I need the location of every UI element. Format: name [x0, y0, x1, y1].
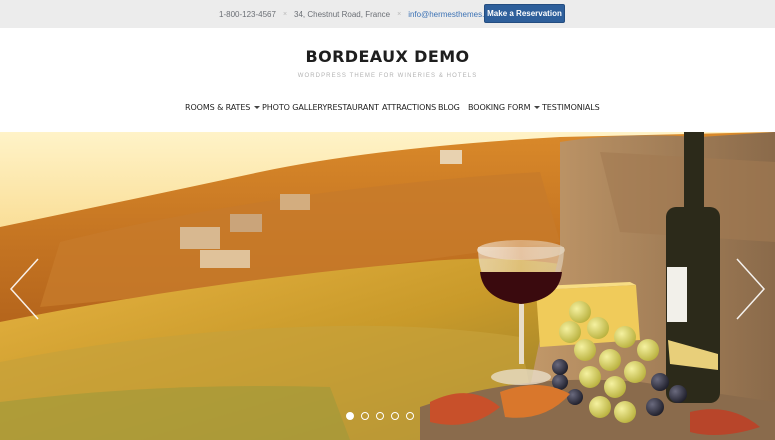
nav-item-photo-gallery[interactable]: PHOTO GALLERY	[262, 100, 327, 114]
site-header: BORDEAUX DEMO WORDPRESS THEME FOR WINERI…	[0, 28, 775, 132]
chevron-left-icon[interactable]	[8, 257, 42, 321]
nav-item-label: PHOTO GALLERY	[262, 102, 328, 112]
phone-number[interactable]: 1-800-123-4567	[219, 10, 276, 19]
nav-item-restaurant[interactable]: RESTAURANT	[327, 100, 379, 114]
caret-down-icon	[534, 106, 541, 109]
nav-item-blog[interactable]: BLOG	[438, 100, 460, 114]
separator: ×	[397, 10, 402, 18]
nav-item-label: BOOKING FORM	[468, 102, 531, 112]
separator: ×	[282, 10, 288, 18]
slider-dot[interactable]	[376, 412, 384, 420]
nav-item-label: ATTRACTIONS	[382, 102, 437, 112]
slider-dot[interactable]	[391, 412, 399, 420]
site-tagline: WORDPRESS THEME FOR WINERIES & HOTELS	[297, 73, 478, 79]
chevron-right-icon[interactable]	[733, 257, 767, 321]
nav-item-booking-form[interactable]: BOOKING FORM	[468, 100, 541, 114]
slider-pagination	[346, 412, 414, 424]
nav-item-attractions[interactable]: ATTRACTIONS	[382, 100, 436, 114]
address: 34, Chestnut Road, France	[294, 9, 391, 19]
nav-item-label: TESTIMONIALS	[542, 102, 600, 112]
slider-dot[interactable]	[346, 412, 354, 420]
nav-item-rooms-rates[interactable]: ROOMS & RATES	[185, 100, 261, 114]
hero-slider[interactable]	[0, 132, 775, 440]
nav-item-label: BLOG	[438, 102, 460, 112]
nav-item-label: ROOMS & RATES	[185, 102, 251, 112]
page: 1-800-123-4567 × 34, Chestnut Road, Fran…	[0, 0, 775, 440]
contact-info: 1-800-123-4567 × 34, Chestnut Road, Fran…	[219, 0, 499, 28]
site-title[interactable]: BORDEAUX DEMO	[0, 47, 775, 66]
caret-down-icon	[254, 106, 261, 109]
make-reservation-button[interactable]: Make a Reservation	[484, 4, 565, 23]
slider-dot[interactable]	[406, 412, 414, 420]
top-bar: 1-800-123-4567 × 34, Chestnut Road, Fran…	[0, 0, 775, 28]
nav-item-label: RESTAURANT	[327, 102, 379, 112]
slider-dot[interactable]	[361, 412, 369, 420]
main-nav: ROOMS & RATES PHOTO GALLERY RESTAURANT A…	[0, 100, 775, 114]
nav-item-testimonials[interactable]: TESTIMONIALS	[542, 100, 600, 114]
hero-image	[0, 132, 775, 440]
